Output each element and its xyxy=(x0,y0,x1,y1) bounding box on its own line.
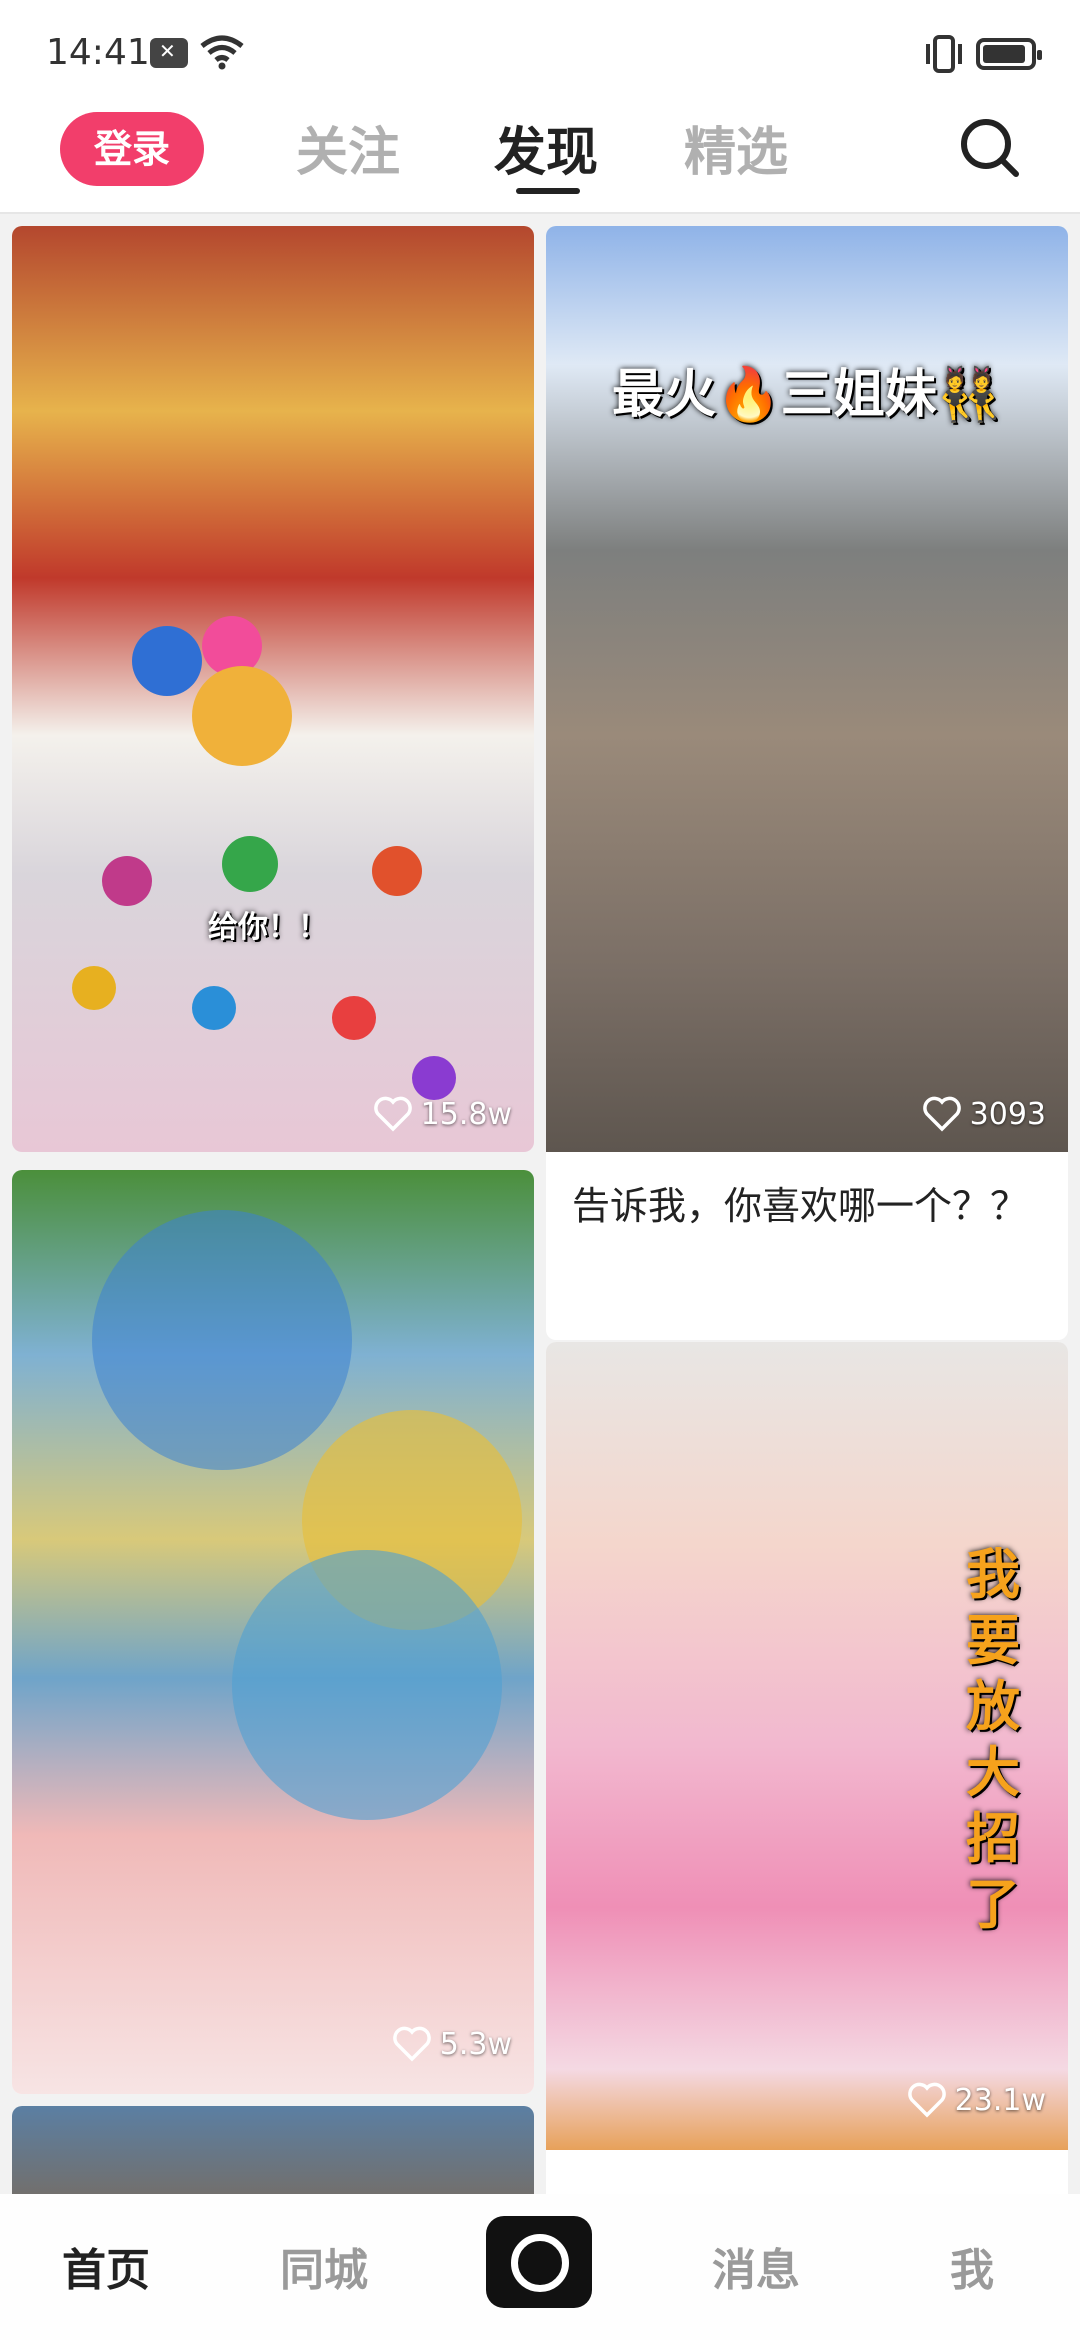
search-icon[interactable] xyxy=(956,114,1024,182)
tab-discover[interactable]: 发现 xyxy=(494,110,598,185)
feed-card[interactable]: 给你！！ 15.8w xyxy=(12,226,534,1152)
ball-image xyxy=(222,836,278,892)
like-count: 3093 xyxy=(922,1096,1046,1132)
feed-card[interactable]: 5.3w xyxy=(12,1170,534,2094)
ball-image xyxy=(72,966,116,1010)
active-tab-indicator xyxy=(516,188,580,194)
heart-icon xyxy=(373,1096,412,1132)
tab-following[interactable]: 关注 xyxy=(296,110,400,185)
ball-image xyxy=(332,996,376,1040)
video-caption: 我要放大招了 xyxy=(966,1543,1020,1936)
video-caption: 给你！！ xyxy=(208,910,328,945)
feed-card[interactable]: 最火🔥三姐妹👯 3093 告诉我，你喜欢哪一个？？ xyxy=(546,226,1068,1340)
like-count: 23.1w xyxy=(907,2082,1046,2118)
battery-icon xyxy=(976,38,1042,70)
tab-home[interactable]: 首页 xyxy=(62,2234,150,2298)
ball-image xyxy=(412,1056,456,1100)
like-count-value: 5.3w xyxy=(439,2026,512,2062)
ball-image xyxy=(192,986,236,1030)
like-count: 5.3w xyxy=(392,2026,512,2062)
ball-image xyxy=(132,626,202,696)
ball-image xyxy=(372,846,422,896)
heart-icon xyxy=(922,1096,961,1132)
ball-image xyxy=(192,666,292,766)
candy-image xyxy=(232,1550,502,1820)
video-thumbnail xyxy=(12,1170,534,2094)
card-title: 告诉我，你喜欢哪一个？？ xyxy=(572,1184,1029,1228)
like-count-value: 15.8w xyxy=(420,1096,512,1132)
video-caption: 最火🔥三姐妹👯 xyxy=(612,365,1002,425)
video-thumbnail xyxy=(12,226,534,1152)
wifi-icon xyxy=(200,35,244,70)
status-time: 14:41 xyxy=(46,32,150,73)
like-count-value: 23.1w xyxy=(954,2082,1046,2118)
tab-me[interactable]: 我 xyxy=(950,2234,994,2298)
candy-image xyxy=(92,1210,352,1470)
login-button[interactable]: 登录 xyxy=(60,112,204,186)
tab-featured[interactable]: 精选 xyxy=(684,110,788,185)
heart-icon xyxy=(392,2026,431,2062)
top-nav: 登录 关注 发现 精选 xyxy=(0,100,1080,214)
like-count-value: 3093 xyxy=(969,1096,1046,1132)
video-thumbnail xyxy=(12,2106,534,2194)
notification-icon xyxy=(150,38,188,68)
heart-icon xyxy=(907,2082,946,2118)
status-bar: 14:41 xyxy=(0,0,1080,100)
feed-card[interactable] xyxy=(12,2106,534,2194)
feed: 给你！！ 15.8w 最火🔥三姐妹👯 3093 告诉我，你喜欢哪一个？？ 5.3… xyxy=(0,214,1080,2194)
feed-card[interactable]: 我要放大招了 23.1w xyxy=(546,1342,1068,2194)
like-count: 15.8w xyxy=(373,1096,512,1132)
bottom-tab-bar: 首页 同城 消息 我 xyxy=(0,2194,1080,2340)
tab-messages[interactable]: 消息 xyxy=(712,2234,800,2298)
tab-nearby[interactable]: 同城 xyxy=(280,2234,368,2298)
record-icon[interactable] xyxy=(486,2216,592,2308)
ball-image xyxy=(102,856,152,906)
vibrate-icon xyxy=(926,35,962,73)
